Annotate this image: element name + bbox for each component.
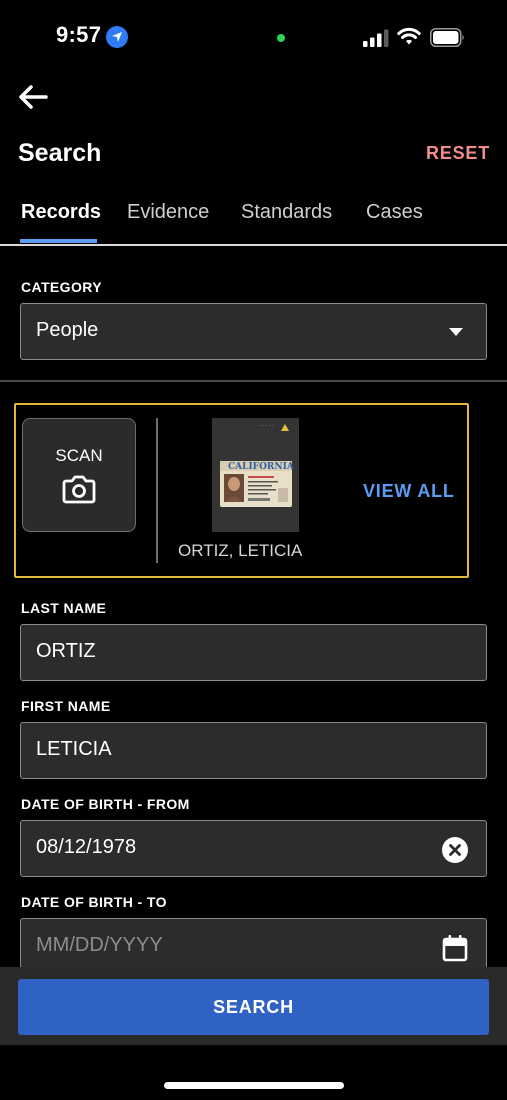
svg-text:~ ~ ~ ~ ~: ~ ~ ~ ~ ~ <box>258 423 275 427</box>
dob-from-value: 08/12/1978 <box>36 836 137 858</box>
caret-down-icon <box>449 328 463 336</box>
first-name-field[interactable]: LETICIA <box>20 722 487 779</box>
status-time: 9:57 <box>56 22 102 47</box>
location-arrow-icon <box>106 26 128 48</box>
camera-icon <box>62 475 96 504</box>
battery-icon <box>430 28 464 47</box>
first-name-value: LETICIA <box>36 738 112 760</box>
category-select[interactable]: People <box>20 303 487 360</box>
category-label: CATEGORY <box>21 279 102 295</box>
cellular-signal-icon <box>363 29 389 47</box>
scan-button[interactable]: SCAN <box>22 418 136 532</box>
dob-to-placeholder: MM/DD/YYYY <box>36 934 163 956</box>
dob-from-label: DATE OF BIRTH - FROM <box>21 796 190 812</box>
search-button[interactable]: SEARCH <box>18 979 489 1035</box>
status-bar: 9:57 <box>0 0 507 70</box>
page-title: Search <box>18 139 102 167</box>
wifi-icon <box>397 27 421 45</box>
home-indicator[interactable] <box>164 1082 344 1089</box>
scan-panel: SCAN ~ ~ ~ ~ ~ CALIFORNIA ORTIZ, LETICIA… <box>14 403 469 578</box>
view-all-button[interactable]: VIEW ALL <box>363 481 455 502</box>
tab-cases[interactable]: Cases <box>366 201 423 224</box>
license-image: ~ ~ ~ ~ ~ CALIFORNIA <box>212 418 299 532</box>
scan-separator <box>156 418 158 563</box>
license-state-text: CALIFORNIA <box>228 462 295 472</box>
scanned-license-thumbnail[interactable]: ~ ~ ~ ~ ~ CALIFORNIA <box>212 418 299 532</box>
dob-to-label: DATE OF BIRTH - TO <box>21 894 167 910</box>
app-screen: 9:57 Search RESET Records Evidence Stand… <box>0 0 507 1100</box>
last-name-label: LAST NAME <box>21 600 107 616</box>
tab-bar: Records Evidence Standards Cases <box>0 196 507 246</box>
scanned-person-name: ORTIZ, LETICIA <box>178 541 303 560</box>
calendar-icon[interactable] <box>442 934 468 962</box>
first-name-label: FIRST NAME <box>21 698 111 714</box>
category-value: People <box>36 319 99 341</box>
tab-standards[interactable]: Standards <box>241 201 332 224</box>
privacy-indicator-icon <box>277 34 285 42</box>
last-name-value: ORTIZ <box>36 640 96 662</box>
tab-records[interactable]: Records <box>21 201 101 224</box>
clear-circle-icon[interactable] <box>442 837 468 863</box>
bottom-action-bar: SEARCH <box>0 967 507 1045</box>
section-divider <box>0 380 507 382</box>
back-button[interactable] <box>18 80 58 114</box>
tab-evidence[interactable]: Evidence <box>127 201 209 224</box>
reset-button[interactable]: RESET <box>426 143 490 164</box>
active-tab-indicator <box>20 239 97 243</box>
scan-label: SCAN <box>55 446 103 465</box>
dob-from-field[interactable]: 08/12/1978 <box>20 820 487 877</box>
arrow-left-icon <box>19 85 48 109</box>
last-name-field[interactable]: ORTIZ <box>20 624 487 681</box>
